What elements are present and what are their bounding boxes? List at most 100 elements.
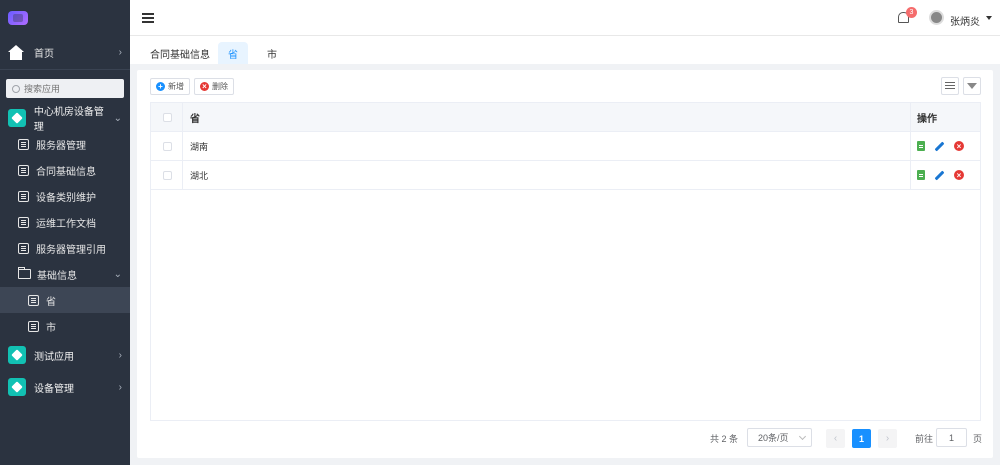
content-panel: + 新增 × 删除 省 操作 湖南 × 湖北 × 共 2 条 20条/页 ‹ 1… xyxy=(137,70,993,458)
delete-button-label: 删除 xyxy=(212,82,228,91)
avatar[interactable] xyxy=(929,10,944,25)
cube-icon xyxy=(8,346,26,364)
divider xyxy=(182,161,183,189)
list-icon xyxy=(28,294,39,306)
folder-icon xyxy=(18,267,31,279)
logo-area xyxy=(0,0,130,36)
top-bar: 3 张炳炎 xyxy=(130,0,1000,36)
table-header: 省 操作 xyxy=(151,103,980,132)
list-icon xyxy=(18,216,29,228)
chevron-right-icon: › xyxy=(118,47,122,58)
sidebar-item-label: 基础信息 xyxy=(37,270,77,282)
menu-toggle-icon[interactable] xyxy=(142,12,154,23)
sidebar-item-label: 服务器管理 xyxy=(36,140,86,152)
column-settings-button[interactable] xyxy=(941,77,959,95)
page-size-value: 20条/页 xyxy=(758,433,789,443)
row-checkbox[interactable] xyxy=(163,141,172,151)
tab-contract-info[interactable]: 合同基础信息 xyxy=(140,42,220,64)
search-icon xyxy=(12,84,20,93)
sidebar-item-city[interactable]: 市 xyxy=(0,313,130,339)
app-logo[interactable] xyxy=(8,11,28,25)
home-icon xyxy=(8,44,24,61)
sidebar-item-contract-info[interactable]: 合同基础信息 xyxy=(0,157,130,183)
select-all-checkbox[interactable] xyxy=(163,112,172,122)
page-number-current[interactable]: 1 xyxy=(852,429,871,448)
sidebar-item-province[interactable]: 省 xyxy=(0,287,130,313)
sidebar-group-device-management[interactable]: 设备管理 › xyxy=(0,371,130,403)
cube-icon xyxy=(8,378,26,396)
list-icon xyxy=(18,190,29,202)
caret-down-icon[interactable] xyxy=(986,16,992,20)
chevron-down-icon xyxy=(798,432,807,441)
prev-page-button[interactable]: ‹ xyxy=(826,429,845,448)
cell-province: 湖南 xyxy=(190,141,209,152)
sidebar-item-ops-docs[interactable]: 运维工作文档 xyxy=(0,209,130,235)
sidebar-group-datacenter[interactable]: 中心机房设备管理 ⌄ xyxy=(0,105,130,133)
sidebar-item-label: 运维工作文档 xyxy=(36,218,96,230)
close-icon: × xyxy=(200,82,209,91)
sidebar-item-label: 合同基础信息 xyxy=(36,166,96,178)
tab-city[interactable]: 市 xyxy=(257,42,287,64)
sidebar-group-test-app[interactable]: 测试应用 › xyxy=(0,339,130,371)
cube-icon xyxy=(8,109,26,127)
filter-icon xyxy=(967,83,977,89)
sidebar-group-label: 测试应用 xyxy=(34,351,74,363)
delete-button[interactable]: × 删除 xyxy=(194,78,234,95)
sidebar-folder-basic-info[interactable]: 基础信息 ⌄ xyxy=(0,261,130,287)
table-row[interactable]: 湖南 × xyxy=(151,132,980,161)
cell-province: 湖北 xyxy=(190,170,209,181)
page-size-select[interactable]: 20条/页 xyxy=(747,428,812,447)
tab-label: 合同基础信息 xyxy=(150,49,210,61)
edit-pencil-icon[interactable] xyxy=(934,170,945,180)
tab-province[interactable]: 省 xyxy=(218,42,248,64)
sidebar-item-home[interactable]: 首页 › xyxy=(0,36,130,70)
row-actions: × xyxy=(910,161,964,189)
data-table: 省 操作 湖南 × 湖北 × xyxy=(150,102,981,421)
sidebar-item-label: 服务器管理引用 xyxy=(36,244,106,256)
chevron-down-icon: ⌄ xyxy=(113,268,122,280)
list-icon xyxy=(28,320,39,332)
page-suffix: 页 xyxy=(973,433,983,444)
goto-page-input[interactable]: 1 xyxy=(936,428,967,447)
sidebar-item-label: 市 xyxy=(46,322,56,334)
delete-circle-icon[interactable]: × xyxy=(954,170,964,180)
username[interactable]: 张炳炎 xyxy=(950,13,980,28)
view-document-icon[interactable] xyxy=(917,141,925,151)
list-icon xyxy=(18,138,29,150)
divider xyxy=(182,103,183,131)
list-icon xyxy=(18,164,29,176)
filter-button[interactable] xyxy=(963,77,981,95)
sidebar-group-label: 中心机房设备管理 xyxy=(33,107,104,133)
table-row[interactable]: 湖北 × xyxy=(151,161,980,190)
tab-label: 市 xyxy=(267,49,277,61)
row-actions: × xyxy=(910,132,964,160)
sidebar-item-server-ref[interactable]: 服务器管理引用 xyxy=(0,235,130,261)
row-checkbox[interactable] xyxy=(163,170,172,180)
column-header-actions: 操作 xyxy=(910,103,937,131)
sidebar: 首页 › 中心机房设备管理 ⌄ 服务器管理 合同基础信息 设备类别维护 运维工作… xyxy=(0,0,130,465)
notification-badge: 3 xyxy=(906,7,917,18)
divider xyxy=(182,132,183,160)
add-button-label: 新增 xyxy=(168,82,184,91)
edit-pencil-icon[interactable] xyxy=(934,141,945,151)
sidebar-item-label: 设备类别维护 xyxy=(36,192,96,204)
search-input[interactable] xyxy=(24,83,114,94)
list-icon xyxy=(945,82,955,90)
sidebar-search[interactable] xyxy=(6,79,124,98)
chevron-down-icon: ⌄ xyxy=(113,112,122,124)
sidebar-group-label: 设备管理 xyxy=(34,383,74,395)
chevron-right-icon: › xyxy=(118,349,122,361)
delete-circle-icon[interactable]: × xyxy=(954,141,964,151)
sidebar-item-server-management[interactable]: 服务器管理 xyxy=(0,131,130,157)
next-page-button[interactable]: › xyxy=(878,429,897,448)
sidebar-item-device-category[interactable]: 设备类别维护 xyxy=(0,183,130,209)
sidebar-item-label: 首页 xyxy=(34,49,54,60)
goto-label: 前往 xyxy=(915,433,934,444)
column-header-province[interactable]: 省 xyxy=(190,110,200,125)
sidebar-item-label: 省 xyxy=(46,296,56,308)
add-button[interactable]: + 新增 xyxy=(150,78,190,95)
plus-icon: + xyxy=(156,82,165,91)
view-document-icon[interactable] xyxy=(917,170,925,180)
tab-label: 省 xyxy=(228,49,238,61)
pagination-total: 共 2 条 xyxy=(710,433,739,444)
